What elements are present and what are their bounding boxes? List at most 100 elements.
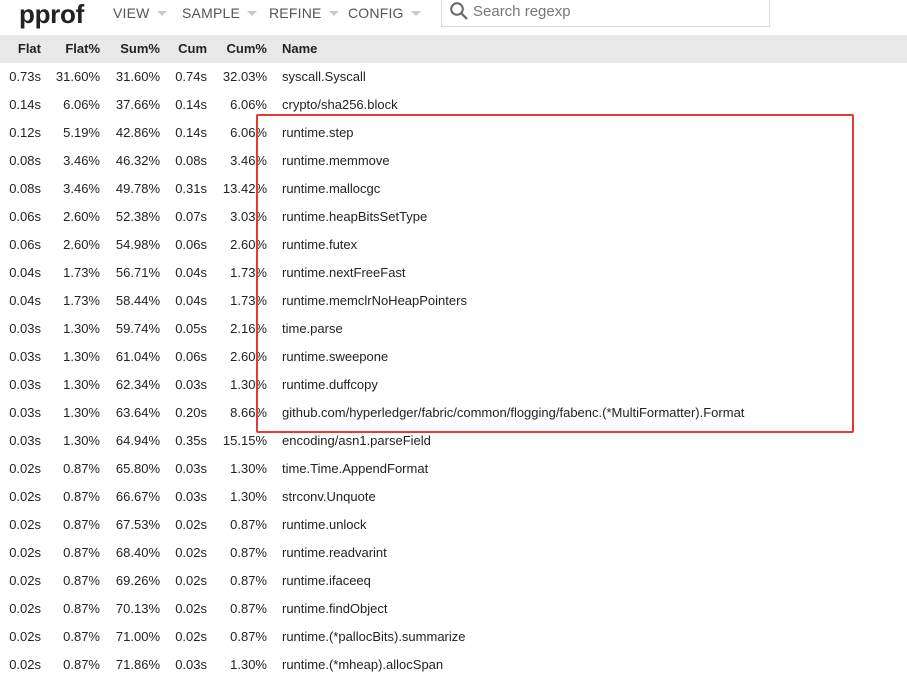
cell-cum: 0.02s	[175, 545, 207, 560]
header-sum-percent[interactable]: Sum%	[104, 35, 160, 63]
cell-cum: 0.07s	[175, 209, 207, 224]
cell-cum-percent: 0.87%	[230, 517, 267, 532]
cell-cum-percent: 3.03%	[230, 209, 267, 224]
header-name[interactable]: Name	[282, 35, 902, 63]
cell-flat: 0.03s	[9, 433, 41, 448]
cell-flat-percent: 3.46%	[63, 153, 100, 168]
cell-flat-percent: 0.87%	[63, 657, 100, 672]
cell-sum-percent: 56.71%	[115, 265, 160, 280]
menu-refine[interactable]: REFINE	[269, 3, 339, 23]
cell-flat: 0.02s	[9, 517, 41, 532]
top-bar: pprof VIEW SAMPLE REFINE CONFIG	[0, 0, 907, 34]
table-row[interactable]: 0.03s 1.30% 62.34% 0.03s 1.30% runtime.duffco…	[0, 371, 907, 399]
table-header: Flat Flat% Sum% Cum Cum% Name	[0, 35, 907, 63]
cell-flat-percent: 3.46%	[63, 181, 100, 196]
table-row[interactable]: 0.04s 1.73% 58.44% 0.04s 1.73% runtime.memclr…	[0, 287, 907, 315]
table-row[interactable]: 0.02s 0.87% 68.40% 0.02s 0.87% runtime.readva…	[0, 539, 907, 567]
cell-flat: 0.03s	[9, 349, 41, 364]
app-logo[interactable]: pprof	[19, 0, 84, 30]
cell-sum-percent: 68.40%	[115, 545, 160, 560]
table-row[interactable]: 0.02s 0.87% 65.80% 0.03s 1.30% time.Time.Appe…	[0, 455, 907, 483]
cell-flat-percent: 0.87%	[63, 517, 100, 532]
table-row[interactable]: 0.02s 0.87% 66.67% 0.03s 1.30% strconv.Unquot…	[0, 483, 907, 511]
cell-sum-percent: 49.78%	[115, 181, 160, 196]
cell-name: runtime.memmove	[282, 153, 390, 168]
cell-cum: 0.20s	[175, 405, 207, 420]
table-body: 0.73s 31.60% 31.60% 0.74s 32.03% syscall.Sysc…	[0, 63, 907, 679]
cell-flat: 0.02s	[9, 545, 41, 560]
menu-sample[interactable]: SAMPLE	[182, 3, 257, 23]
table-row[interactable]: 0.14s 6.06% 37.66% 0.14s 6.06% crypto/sha256.…	[0, 91, 907, 119]
cell-cum: 0.02s	[175, 601, 207, 616]
cell-name: runtime.unlock	[282, 517, 367, 532]
cell-name: github.com/hyperledger/fabric/common/flo…	[282, 405, 745, 420]
cell-flat: 0.06s	[9, 209, 41, 224]
cell-cum-percent: 13.42%	[222, 181, 267, 196]
table-row[interactable]: 0.02s 0.87% 71.00% 0.02s 0.87% runtime.(*pall…	[0, 623, 907, 651]
search-input[interactable]	[473, 0, 763, 22]
table-row[interactable]: 0.03s 1.30% 61.04% 0.06s 2.60% runtime.sweepo…	[0, 343, 907, 371]
cell-flat-percent: 31.60%	[55, 69, 100, 84]
table-row[interactable]: 0.03s 1.30% 64.94% 0.35s 15.15% encoding/asn1…	[0, 427, 907, 455]
table-row[interactable]: 0.06s 2.60% 52.38% 0.07s 3.03% runtime.heapBi…	[0, 203, 907, 231]
cell-flat-percent: 0.87%	[63, 489, 100, 504]
cell-flat: 0.02s	[9, 657, 41, 672]
table-row[interactable]: 0.06s 2.60% 54.98% 0.06s 2.60% runtime.futex	[0, 231, 907, 259]
header-flat-percent[interactable]: Flat%	[44, 35, 100, 63]
cell-cum-percent: 2.60%	[230, 237, 267, 252]
menu-config[interactable]: CONFIG	[348, 3, 421, 23]
table-row[interactable]: 0.02s 0.87% 67.53% 0.02s 0.87% runtime.unlock	[0, 511, 907, 539]
cell-name: time.parse	[282, 321, 343, 336]
cell-flat: 0.03s	[9, 377, 41, 392]
cell-flat-percent: 1.73%	[63, 265, 100, 280]
cell-sum-percent: 52.38%	[115, 209, 160, 224]
cell-flat-percent: 1.30%	[63, 377, 100, 392]
cell-name: runtime.duffcopy	[282, 377, 378, 392]
cell-sum-percent: 54.98%	[115, 237, 160, 252]
cell-cum: 0.03s	[175, 377, 207, 392]
cell-sum-percent: 62.34%	[115, 377, 160, 392]
table-row[interactable]: 0.02s 0.87% 69.26% 0.02s 0.87% runtime.ifacee…	[0, 567, 907, 595]
cell-cum: 0.04s	[175, 293, 207, 308]
cell-flat: 0.02s	[9, 461, 41, 476]
cell-sum-percent: 58.44%	[115, 293, 160, 308]
cell-sum-percent: 65.80%	[115, 461, 160, 476]
header-flat[interactable]: Flat	[0, 35, 41, 63]
table-row[interactable]: 0.08s 3.46% 49.78% 0.31s 13.42% runtime.mallo…	[0, 175, 907, 203]
table-row[interactable]: 0.12s 5.19% 42.86% 0.14s 6.06% runtime.step	[0, 119, 907, 147]
cell-name: runtime.findObject	[282, 601, 388, 616]
cell-cum: 0.35s	[175, 433, 207, 448]
cell-flat: 0.12s	[9, 125, 41, 140]
cell-cum: 0.02s	[175, 517, 207, 532]
cell-sum-percent: 46.32%	[115, 153, 160, 168]
cell-cum-percent: 1.73%	[230, 265, 267, 280]
cell-flat: 0.08s	[9, 181, 41, 196]
cell-cum: 0.05s	[175, 321, 207, 336]
menu-refine-label: REFINE	[269, 5, 322, 21]
cell-sum-percent: 61.04%	[115, 349, 160, 364]
menu-config-label: CONFIG	[348, 5, 404, 21]
cell-name: runtime.(*pallocBits).summarize	[282, 629, 466, 644]
cell-flat-percent: 0.87%	[63, 461, 100, 476]
table-row[interactable]: 0.73s 31.60% 31.60% 0.74s 32.03% syscall.Sysc…	[0, 63, 907, 91]
search-icon	[450, 2, 468, 20]
cell-flat-percent: 2.60%	[63, 237, 100, 252]
table-row[interactable]: 0.03s 1.30% 63.64% 0.20s 8.66% github.com/hyp…	[0, 399, 907, 427]
header-cum[interactable]: Cum	[164, 35, 207, 63]
cell-cum: 0.08s	[175, 153, 207, 168]
table-row[interactable]: 0.03s 1.30% 59.74% 0.05s 2.16% time.parse	[0, 315, 907, 343]
cell-name: crypto/sha256.block	[282, 97, 398, 112]
table-row[interactable]: 0.02s 0.87% 70.13% 0.02s 0.87% runtime.findOb…	[0, 595, 907, 623]
cell-flat: 0.03s	[9, 405, 41, 420]
table-row[interactable]: 0.04s 1.73% 56.71% 0.04s 1.73% runtime.nextFr…	[0, 259, 907, 287]
table-row[interactable]: 0.08s 3.46% 46.32% 0.08s 3.46% runtime.memmov…	[0, 147, 907, 175]
cell-flat-percent: 2.60%	[63, 209, 100, 224]
caret-down-icon	[410, 11, 421, 16]
cell-name: runtime.mallocgc	[282, 181, 381, 196]
menu-view[interactable]: VIEW	[113, 3, 167, 23]
cell-cum-percent: 1.73%	[230, 293, 267, 308]
header-cum-percent[interactable]: Cum%	[211, 35, 267, 63]
cell-cum-percent: 2.60%	[230, 349, 267, 364]
cell-cum: 0.14s	[175, 125, 207, 140]
table-row[interactable]: 0.02s 0.87% 71.86% 0.03s 1.30% runtime.(*mhea…	[0, 651, 907, 679]
